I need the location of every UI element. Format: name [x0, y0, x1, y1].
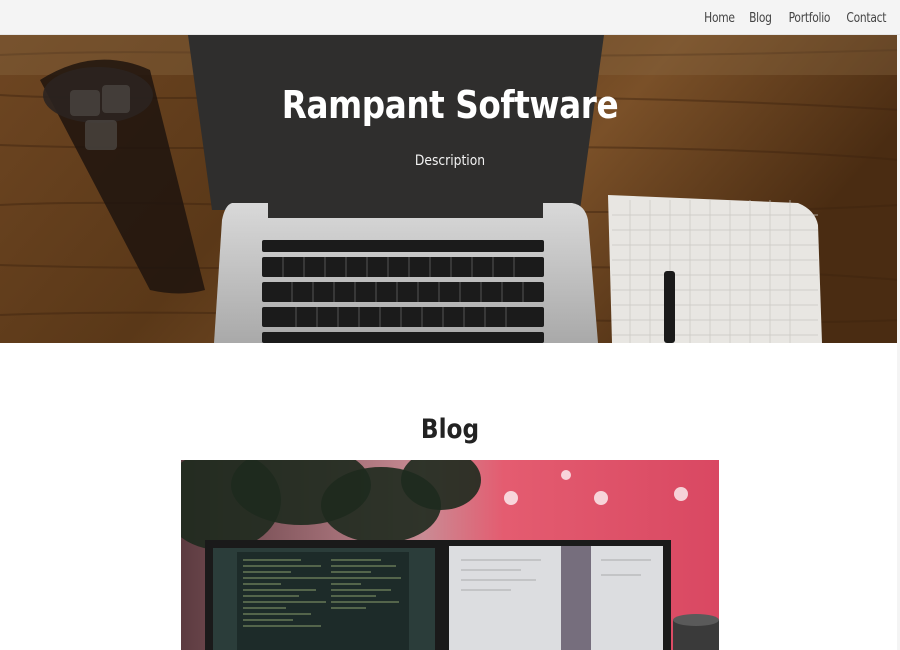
main-nav: Home Blog Portfolio Contact [700, 0, 886, 35]
blog-image-graphic [181, 460, 719, 650]
blog-post-image[interactable] [181, 460, 719, 650]
nav-contact-link[interactable]: Contact [846, 10, 886, 26]
blog-section-heading: Blog [420, 414, 480, 445]
hero-title: Rampant Software [281, 83, 619, 127]
hero-description: Description [414, 153, 486, 169]
hero-banner: Rampant Software Description [0, 35, 900, 343]
nav-blog-link[interactable]: Blog [749, 10, 772, 26]
hero-background-image [0, 35, 900, 343]
nav-home-link[interactable]: Home [704, 10, 735, 26]
top-navbar: Home Blog Portfolio Contact [0, 0, 900, 35]
nav-portfolio-link[interactable]: Portfolio [788, 10, 830, 26]
